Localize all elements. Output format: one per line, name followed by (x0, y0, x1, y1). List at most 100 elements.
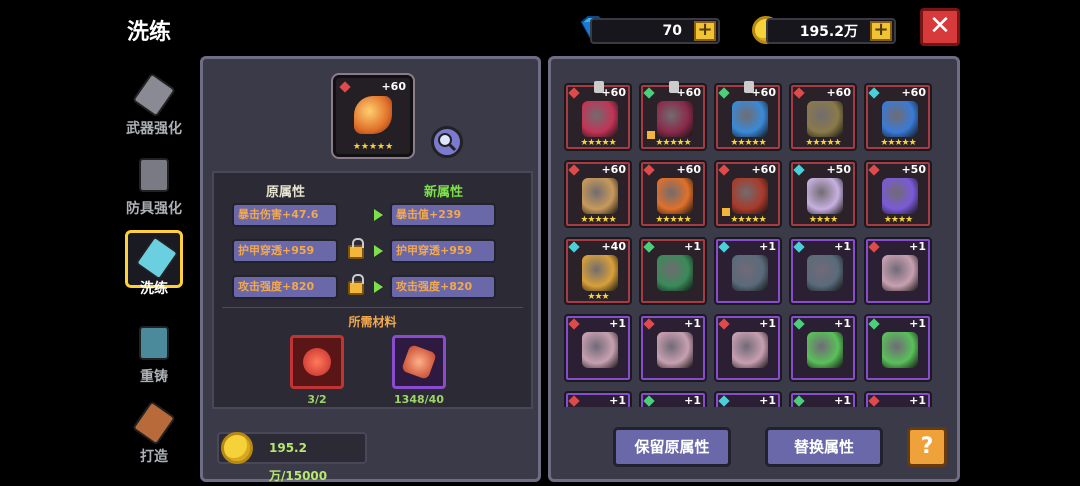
old-attribute: 攻击强度+820 (232, 275, 338, 299)
inspect-button[interactable] (431, 126, 463, 158)
inventory-item[interactable]: +1 (714, 314, 782, 382)
arrow-right-icon (374, 281, 383, 293)
item-stars: ★★★★★ (880, 138, 916, 148)
lock-icon[interactable] (348, 274, 364, 295)
rarity-gem-icon (718, 395, 730, 407)
nav-label: 重铸 (140, 369, 168, 385)
item-level: +60 (676, 86, 701, 99)
nav-icon-shape (131, 72, 177, 118)
item-level: +40 (601, 240, 626, 253)
attribute-box: 原属性 新属性 暴击伤害+47.6 暴击值+239 护甲穿透+959 护甲穿透+… (212, 171, 533, 409)
inventory-item[interactable]: +60 ★★★★★ (789, 83, 857, 151)
new-attribute: 护甲穿透+959 (390, 239, 496, 263)
inventory-item[interactable]: +60 ★★★★★ (714, 81, 782, 151)
item-stars: ★★★★★ (580, 138, 616, 148)
item-level: +60 (601, 163, 626, 176)
item-stars: ★★★ (587, 292, 609, 302)
item-stars: ★★★★★ (352, 142, 394, 152)
rarity-gem-icon (568, 318, 580, 330)
item-art-icon (582, 101, 618, 137)
item-level: +60 (901, 86, 926, 99)
rarity-gem-icon (718, 87, 730, 99)
nav-item[interactable]: 打造 (112, 398, 196, 466)
gold-amount: 195.2万 (799, 24, 858, 40)
item-level: +1 (909, 394, 926, 407)
item-art-icon (807, 178, 843, 214)
gold-counter: 195.2万 + (766, 18, 896, 44)
nav-icon-shape (134, 235, 180, 281)
item-level: +50 (826, 163, 851, 176)
add-gold-button[interactable]: + (870, 21, 892, 41)
rarity-gem-icon (868, 87, 880, 99)
inventory-item[interactable]: +60 ★★★★★ (639, 160, 707, 228)
item-level: +1 (909, 240, 926, 253)
inventory-item[interactable]: +1 (864, 391, 932, 407)
item-stars: ★★★★★ (655, 138, 691, 148)
item-art-icon (657, 101, 693, 137)
inventory-item[interactable]: +60 ★★★★★ (714, 160, 782, 228)
inventory-item[interactable]: +40 ★★★ (564, 237, 632, 305)
item-art-icon (582, 178, 618, 214)
inventory-item[interactable]: +60 ★★★★★ (564, 160, 632, 228)
item-art-icon (882, 101, 918, 137)
inventory-panel: +60 ★★★★★ +60 ★★★★★ +60 ★★★★★ +60 ★★★★★ +60 ★★★★★… (548, 56, 960, 482)
nav-icon-shape (131, 400, 177, 446)
nav-label: 防具强化 (126, 201, 182, 217)
inventory-grid[interactable]: +60 ★★★★★ +60 ★★★★★ +60 ★★★★★ +60 ★★★★★ +60 ★★★★★… (561, 77, 953, 407)
inventory-item[interactable]: +1 (564, 391, 632, 407)
inventory-item[interactable]: +60 ★★★★★ (864, 83, 932, 151)
item-art-icon (807, 101, 843, 137)
selected-item-slot[interactable]: +60 ★★★★★ (333, 75, 413, 157)
close-button[interactable]: ✕ (920, 8, 960, 46)
material-count: 3/2 (307, 393, 327, 406)
item-art-icon (807, 255, 843, 291)
red-refine-stone-icon (303, 348, 331, 376)
rarity-gem-icon (793, 318, 805, 330)
inventory-item[interactable]: +60 ★★★★★ (639, 81, 707, 151)
item-art-icon (807, 332, 843, 368)
lock-icon[interactable] (348, 238, 364, 259)
keep-original-button[interactable]: 保留原属性 (613, 427, 731, 467)
rarity-gem-icon (568, 395, 580, 407)
flame-gauntlet-icon (354, 96, 392, 134)
new-attribute: 暴击值+239 (390, 203, 496, 227)
replace-attributes-button[interactable]: 替换属性 (765, 427, 883, 467)
inventory-item[interactable]: +50 ★★★★ (789, 160, 857, 228)
item-level: +60 (676, 163, 701, 176)
gem-amount: 70 (662, 23, 682, 39)
inventory-item[interactable]: +1 (714, 391, 782, 407)
nav-item[interactable]: 重铸 (112, 318, 196, 386)
inventory-item[interactable]: +1 (789, 314, 857, 382)
inventory-item[interactable]: +1 (639, 391, 707, 407)
inventory-item[interactable]: +1 (714, 237, 782, 305)
lock-icon (647, 131, 655, 139)
item-level: +1 (834, 240, 851, 253)
rarity-gem-icon (868, 395, 880, 407)
inventory-item[interactable]: +60 ★★★★★ (564, 81, 632, 151)
item-art-icon (732, 101, 768, 137)
inventory-item[interactable]: +1 (564, 314, 632, 382)
material-slot-purple[interactable] (392, 335, 446, 389)
item-level: +1 (834, 317, 851, 330)
add-gems-button[interactable]: + (694, 21, 716, 41)
nav-item[interactable]: 武器强化 (112, 70, 196, 138)
nav-label: 武器强化 (126, 121, 182, 137)
arrow-right-icon (374, 245, 383, 257)
inventory-item[interactable]: +1 (789, 237, 857, 305)
inventory-item[interactable]: +1 (864, 314, 932, 382)
nav-item[interactable]: 洗练 (112, 230, 196, 298)
purple-refine-stone-icon (401, 344, 437, 380)
item-stars: ★★★★★ (580, 215, 616, 225)
item-stars: ★★★★★ (655, 215, 691, 225)
material-slot-red[interactable] (290, 335, 344, 389)
help-button[interactable]: ? (907, 427, 947, 467)
inventory-item[interactable]: +50 ★★★★ (864, 160, 932, 228)
inventory-item[interactable]: +1 (639, 237, 707, 305)
nav-item[interactable]: 防具强化 (112, 150, 196, 218)
page-title: 洗练 (127, 20, 172, 45)
inventory-item[interactable]: +1 (639, 314, 707, 382)
item-level: +60 (751, 163, 776, 176)
rarity-gem-icon (643, 87, 655, 99)
inventory-item[interactable]: +1 (864, 237, 932, 305)
inventory-item[interactable]: +1 (789, 391, 857, 407)
